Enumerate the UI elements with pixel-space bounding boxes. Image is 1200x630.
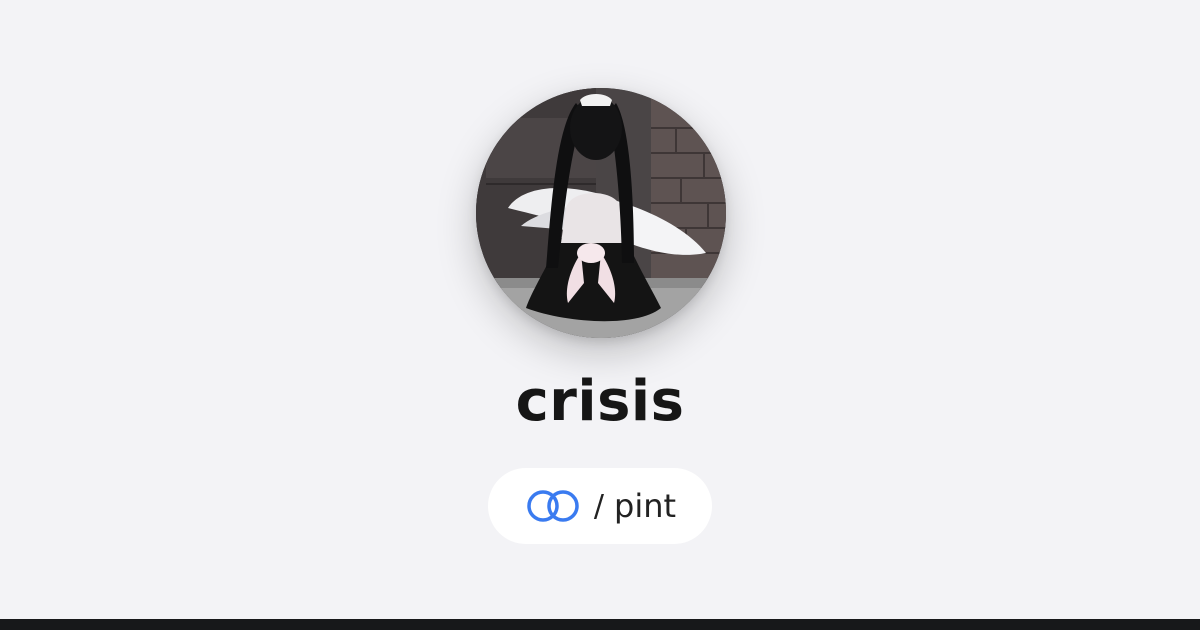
- handle-separator: /: [593, 488, 605, 524]
- profile-display-name: crisis: [515, 369, 685, 434]
- avatar-photo: [476, 88, 726, 338]
- profile-avatar: [476, 88, 726, 338]
- handle-username: pint: [614, 487, 677, 525]
- handle-link-pill[interactable]: / pint: [488, 468, 712, 544]
- bottom-bar: [0, 619, 1200, 630]
- interlocked-rings-logo-icon: [527, 490, 579, 522]
